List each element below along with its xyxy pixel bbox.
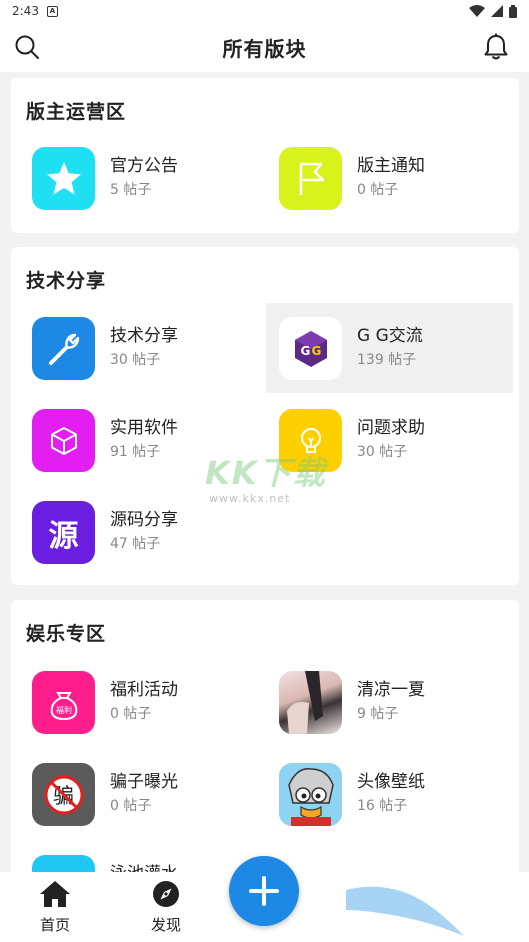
board-item-welfare[interactable]: 福利 福利活动 0 帖子 [11,657,258,747]
post-count: 139 帖子 [357,352,417,368]
star-icon [32,147,95,210]
signal-icon [491,5,503,17]
photo-thumbnail-icon [279,671,342,734]
notification-icon: A [46,5,58,17]
board-item-official-notice[interactable]: 官方公告 5 帖子 [11,133,258,223]
nav-discover[interactable]: 发现 [126,880,206,935]
board-item-scam-exposure[interactable]: 骗 骗子曝光 0 帖子 [11,749,258,839]
home-icon [40,881,70,907]
nav-discover-label: 发现 [150,916,181,934]
svg-text:福利: 福利 [56,705,72,715]
board-name: 问题求助 [357,418,425,438]
wifi-icon [469,5,485,17]
board-name: G G交流 [357,326,423,346]
board-name: 福利活动 [110,680,178,700]
board-item-avatar-wallpaper[interactable]: 头像壁纸 16 帖子 [258,749,505,839]
post-count: 0 帖子 [110,706,152,722]
section-title: 技术分享 [26,270,107,292]
post-count: 9 帖子 [357,706,399,722]
gg-logo-icon: G G [279,317,342,380]
board-item-tech-share[interactable]: 技术分享 30 帖子 [11,303,258,393]
board-item-gg-exchange[interactable]: G G G G交流 139 帖子 [266,303,513,393]
svg-text:G: G [300,344,310,358]
search-icon[interactable] [14,34,40,60]
no-scam-icon: 骗 [32,763,95,826]
board-item-source-code[interactable]: 源 源码分享 47 帖子 [11,487,258,577]
top-bar: 所有版块 [0,22,529,72]
board-name: 版主通知 [357,156,425,176]
section-card-tech: 技术分享 技术分享 30 帖子 G G G G交流 139 帖子 实用软件 91… [11,247,519,585]
section-title: 版主运营区 [26,101,127,123]
board-name: 骗子曝光 [110,772,178,792]
board-name: 官方公告 [110,156,178,176]
wrench-icon [32,317,95,380]
bell-icon[interactable] [483,33,509,61]
status-time: 2:43 [12,4,39,18]
nav-home-label: 首页 [39,916,70,934]
add-icon [249,876,279,906]
board-name: 头像壁纸 [357,772,425,792]
board-name: 清凉一夏 [357,680,425,700]
lightbulb-icon [279,409,342,472]
add-post-button[interactable] [229,856,299,926]
board-item-help[interactable]: 问题求助 30 帖子 [258,395,505,485]
post-count: 16 帖子 [357,798,408,814]
cartoon-avatar-icon [279,763,342,826]
board-item-cool-summer[interactable]: 清凉一夏 9 帖子 [258,657,505,747]
page-title: 所有版块 [222,36,307,61]
battery-icon [509,4,517,18]
lucky-bag-icon: 福利 [32,671,95,734]
board-name: 技术分享 [110,326,178,346]
cube-icon [32,409,95,472]
board-name: 实用软件 [110,418,178,438]
flag-icon [279,147,342,210]
board-item-useful-software[interactable]: 实用软件 91 帖子 [11,395,258,485]
post-count: 30 帖子 [357,444,408,460]
post-count: 47 帖子 [110,536,161,552]
status-bar: 2:43 A [0,0,529,22]
post-count: 0 帖子 [110,798,152,814]
post-count: 91 帖子 [110,444,161,460]
svg-text:G: G [311,344,321,358]
yuan-character-icon: 源 [32,501,95,564]
post-count: 5 帖子 [110,182,152,198]
board-name: 源码分享 [110,510,178,530]
post-count: 0 帖子 [357,182,399,198]
section-card-entertainment: 娱乐专区 福利 福利活动 0 帖子 清凉一夏 9 帖子 骗 骗子曝光 0 帖子 [11,600,519,918]
section-card-moderator: 版主运营区 官方公告 5 帖子 版主通知 0 帖子 [11,78,519,233]
post-count: 30 帖子 [110,352,161,368]
board-item-moderator-notice[interactable]: 版主通知 0 帖子 [258,133,505,223]
nav-home[interactable]: 首页 [15,880,95,935]
compass-icon [153,881,179,907]
section-title: 娱乐专区 [26,623,107,645]
